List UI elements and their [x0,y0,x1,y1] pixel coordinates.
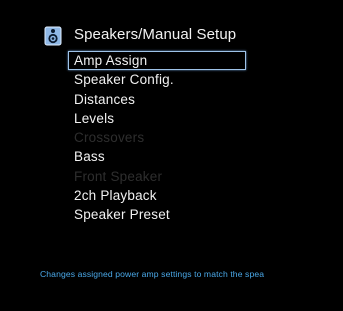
menu-item-distances[interactable]: Distances [68,90,248,109]
speaker-icon [44,26,62,46]
menu-item-speaker-config[interactable]: Speaker Config. [68,70,248,89]
help-text: Changes assigned power amp settings to m… [40,269,265,279]
menu-item-amp-assign[interactable]: Amp Assign [68,51,246,71]
page-title: Speakers/Manual Setup [74,26,237,43]
setup-screen: Speakers/Manual Setup Amp Assign Speaker… [0,0,343,311]
menu-item-crossovers: Crossovers [74,130,145,146]
setup-menu: Amp Assign Speaker Config. Distances Lev… [68,51,248,225]
menu-item-2ch-playback[interactable]: 2ch Playback [68,186,248,205]
menu-item-levels[interactable]: Levels [68,109,248,128]
menu-item-front-speaker: Front Speaker [74,168,163,184]
menu-item-speaker-preset[interactable]: Speaker Preset [68,205,248,224]
menu-item-bass[interactable]: Bass [68,147,248,166]
